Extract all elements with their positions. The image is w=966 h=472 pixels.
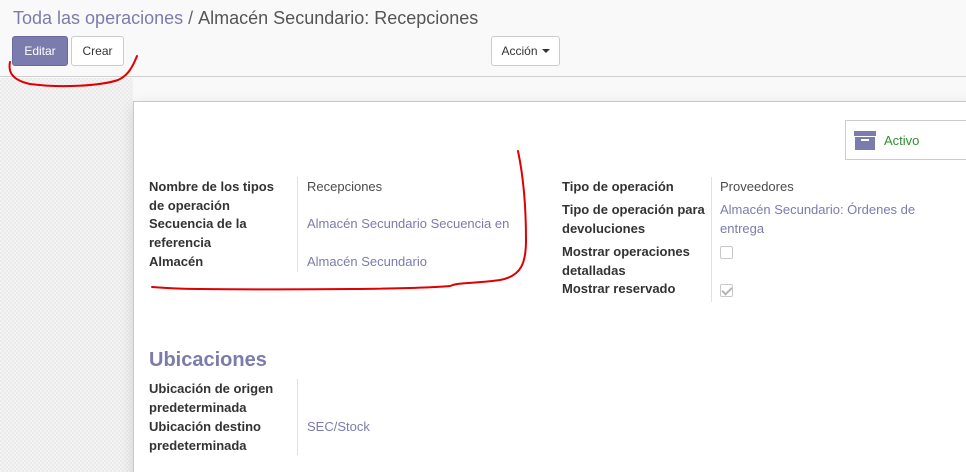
edit-button[interactable]: Editar (12, 36, 68, 66)
locations-divider (297, 379, 298, 455)
control-panel: Toda las operaciones / Almacén Secundario:… (0, 0, 966, 77)
label-return-type: Tipo de operación para devoluciones (562, 202, 705, 236)
active-toggle-label: Activo (884, 132, 920, 148)
breadcrumb: Toda las operaciones / Almacén Secundario:… (13, 8, 478, 28)
breadcrumb-current: Almacén Secundario: Recepciones (198, 8, 479, 28)
value-operation-type-name: Recepciones (307, 179, 383, 194)
value-operation-type: Proveedores (720, 179, 794, 194)
section-title-locations: Ubicaciones (149, 349, 267, 371)
caret-down-icon (541, 49, 550, 53)
value-sequence-link[interactable]: Almacén Secundario Secuencia en (307, 214, 509, 233)
active-toggle-button[interactable]: Activo (845, 120, 966, 160)
breadcrumb-parent-link[interactable]: Toda las operaciones (13, 8, 183, 28)
label-destination-location: Ubicación destino predeterminada (149, 419, 261, 453)
form-sheet: Activo Nombre de los tipos de operación … (133, 101, 966, 472)
background-pattern (0, 78, 133, 472)
right-group-divider (711, 177, 712, 302)
breadcrumb-separator: / (188, 8, 194, 28)
show-detailed-checkbox[interactable] (720, 246, 733, 259)
archive-icon (854, 129, 876, 151)
action-dropdown-button[interactable]: Acción (491, 36, 560, 66)
create-button[interactable]: Crear (71, 36, 124, 66)
value-return-type: Almacén Secundario: Órdenes de entrega (720, 200, 925, 238)
left-group-divider (297, 177, 298, 272)
action-label: Acción (501, 44, 538, 58)
label-show-detailed: Mostrar operaciones detalladas (562, 244, 690, 278)
value-destination-location-link[interactable]: SEC/Stock (307, 417, 370, 436)
label-warehouse: Almacén (149, 254, 204, 269)
show-reserved-checkbox[interactable] (720, 284, 733, 297)
label-sequence: Secuencia de la referencia (149, 216, 247, 250)
label-operation-type-name: Nombre de los tipos de operación (149, 179, 274, 213)
label-operation-type: Tipo de operación (562, 179, 674, 194)
label-show-reserved: Mostrar reservado (562, 281, 676, 296)
label-source-location: Ubicación de origen predeterminada (149, 381, 274, 415)
return-type-link[interactable]: Almacén Secundario: Órdenes de entrega (720, 202, 915, 236)
value-warehouse-link[interactable]: Almacén Secundario (307, 252, 427, 271)
